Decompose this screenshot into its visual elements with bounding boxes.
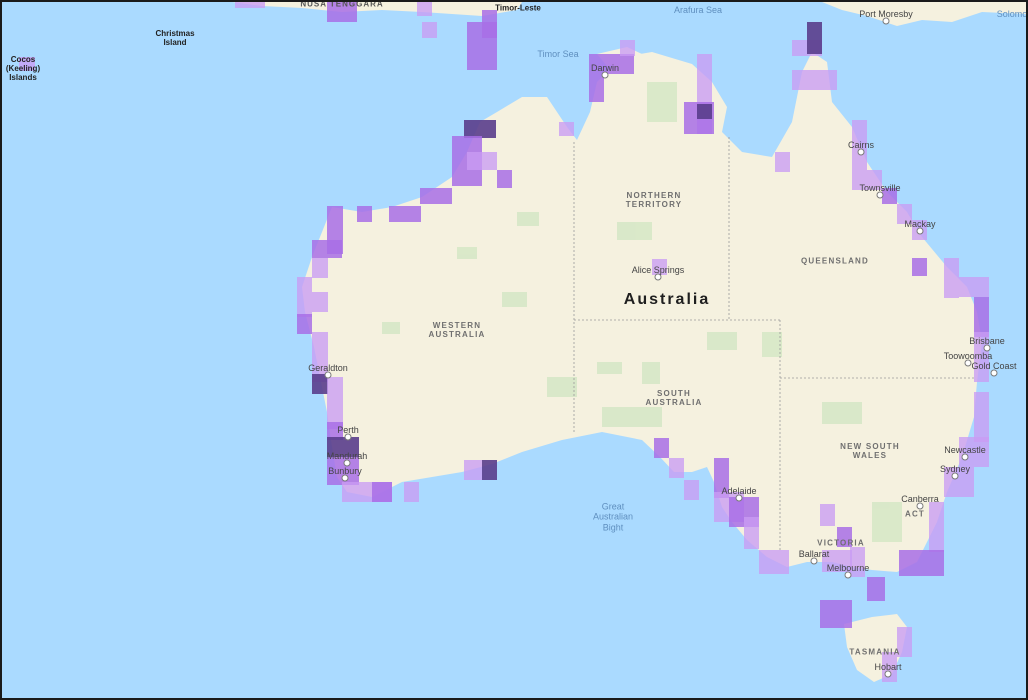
grid-cell	[464, 460, 482, 480]
grid-cell	[464, 120, 496, 138]
city-label-brisbane: Brisbane	[969, 335, 1005, 346]
grid-cell	[467, 152, 497, 170]
grid-cell	[420, 188, 452, 204]
state-label-sa: SOUTH AUSTRALIA	[645, 388, 703, 407]
city-label-melbourne: Melbourne	[826, 562, 870, 573]
city-label-alice-springs: Alice Springs	[631, 264, 685, 275]
map-svg[interactable]	[2, 2, 1026, 698]
grid-cell	[497, 170, 512, 188]
grid-cell	[654, 438, 669, 458]
city-label-hobart: Hobart	[874, 661, 902, 672]
grid-cell	[327, 377, 343, 429]
grid-cell	[697, 104, 712, 119]
grid-cell	[820, 600, 852, 628]
grid-cell	[589, 54, 604, 102]
grid-cell	[312, 292, 328, 312]
grid-cell	[559, 122, 574, 136]
state-label-qld: QUEENSLAND	[800, 256, 870, 266]
city-label-sydney: Sydney	[939, 463, 971, 474]
grid-cell	[959, 277, 989, 297]
grid-cell	[389, 206, 421, 222]
sea-label-arafura: Arafura Sea	[673, 4, 723, 15]
grid-cell	[684, 480, 699, 500]
grid-cell	[974, 392, 989, 442]
island-label-nusa-tenggara: NUSA TENGGARA	[300, 0, 384, 9]
city-label-gold-coast: Gold Coast	[971, 360, 1017, 371]
island-label-timor-leste: Timor-Leste	[495, 3, 541, 13]
grid-cell	[775, 152, 790, 172]
grid-cell	[312, 240, 342, 258]
grid-cell	[820, 504, 835, 526]
state-label-vic: VICTORIA	[817, 538, 865, 548]
city-label-darwin: Darwin	[590, 62, 620, 73]
grid-cell	[807, 22, 822, 54]
grid-cell	[357, 206, 372, 222]
state-label-nsw: NEW SOUTH WALES	[840, 441, 900, 460]
sea-label-solomon: Solomo	[996, 8, 1028, 19]
city-label-port-moresby: Port Moresby	[859, 8, 913, 19]
grid-cell	[974, 297, 989, 337]
grid-cell	[669, 458, 684, 478]
city-label-bunbury: Bunbury	[328, 465, 362, 476]
grid-cell	[422, 22, 437, 38]
grid-cell	[404, 482, 419, 502]
map-canvas[interactable]: Australia NORTHERN TERRITORY QUEENSLAND WES…	[0, 0, 1028, 700]
grid-cell	[929, 502, 944, 552]
grid-cell	[312, 258, 328, 278]
city-label-toowoomba: Toowoomba	[943, 350, 993, 361]
grid-cell	[867, 577, 885, 601]
city-label-geraldton: Geraldton	[308, 362, 348, 373]
city-label-townsville: Townsville	[859, 182, 901, 193]
grid-cell	[482, 460, 497, 480]
sea-label-timor: Timor Sea	[537, 48, 579, 59]
grid-cell	[759, 550, 789, 574]
city-label-mackay: Mackay	[904, 218, 936, 229]
grid-cell	[482, 10, 497, 38]
state-label-nt: NORTHERN TERRITORY	[625, 190, 683, 209]
papua-coast	[822, 2, 1026, 26]
grid-cell	[899, 550, 944, 576]
grid-cell	[912, 258, 927, 276]
city-label-canberra: Canberra	[901, 493, 939, 504]
grid-cell	[417, 2, 432, 16]
grid-cell	[744, 517, 759, 549]
state-label-tas: TASMANIA	[849, 647, 901, 657]
island-label-christmas: Christmas Island	[155, 28, 195, 47]
city-label-perth: Perth	[337, 424, 359, 435]
city-label-ballarat: Ballarat	[798, 548, 830, 559]
sea-label-bight: Great Australian Bight	[592, 501, 634, 533]
city-label-cairns: Cairns	[847, 139, 875, 150]
state-label-wa: WESTERN AUSTRALIA	[428, 320, 486, 339]
grid-cell	[297, 277, 312, 317]
state-label-act: ACT	[904, 509, 926, 519]
grid-cell	[944, 258, 959, 298]
grid-cell	[372, 482, 392, 502]
city-label-mandurah: Mandurah	[326, 450, 368, 461]
city-label-adelaide: Adelaide	[721, 485, 757, 496]
city-label-newcastle: Newcastle	[944, 444, 986, 455]
grid-cell	[297, 314, 312, 334]
island-label-cocos: Cocos (Keeling) Islands	[5, 55, 41, 83]
grid-cell	[792, 70, 837, 90]
land-layer	[232, 2, 1026, 682]
country-label: Australia	[623, 290, 711, 308]
grid-cell	[620, 40, 635, 56]
grid-cell	[235, 2, 265, 8]
